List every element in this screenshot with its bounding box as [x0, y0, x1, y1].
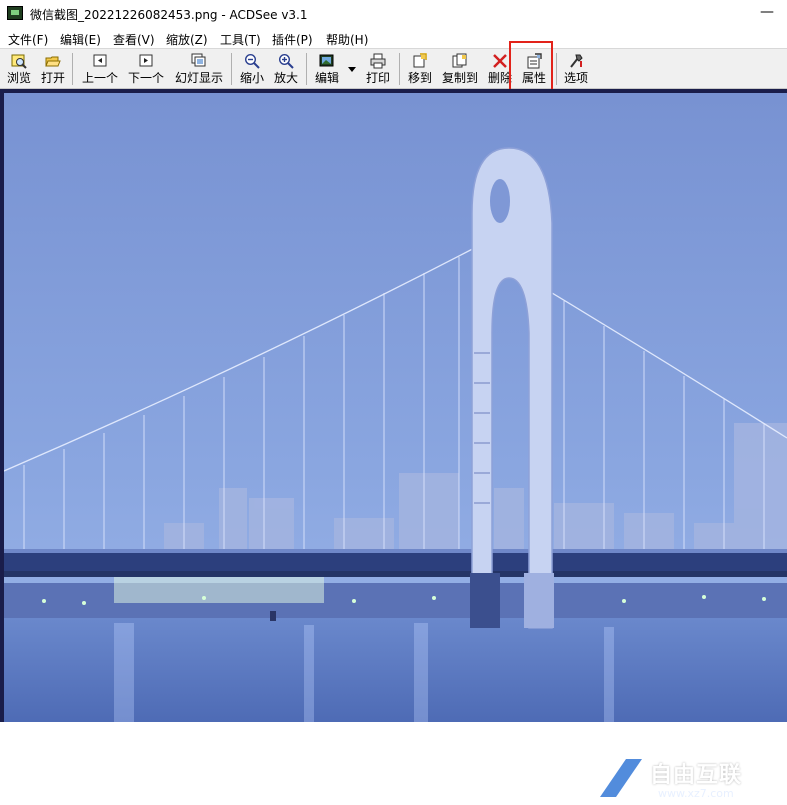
edit-button[interactable]: 编辑 [312, 51, 342, 87]
menu-view[interactable]: 查看(V) [113, 31, 155, 48]
menu-plugins[interactable]: 插件(P) [272, 31, 313, 48]
next-button[interactable]: 下一个 [125, 51, 167, 87]
title-bar: 微信截图_20221226082453.png - ACDSee v3.1 — [0, 0, 787, 28]
copy-to-label: 复制到 [441, 71, 478, 85]
previous-label: 上一个 [81, 71, 118, 85]
copy-to-icon [452, 53, 467, 68]
open-label: 打开 [40, 71, 65, 85]
zoom-out-button[interactable]: 缩小 [237, 51, 267, 87]
slideshow-label: 幻灯显示 [174, 71, 223, 85]
toolbar-separator [72, 53, 73, 85]
print-icon [370, 53, 386, 69]
minimize-button[interactable]: — [753, 2, 781, 24]
menu-zoom[interactable]: 缩放(Z) [166, 31, 208, 48]
next-label: 下一个 [127, 71, 164, 85]
browse-label: 浏览 [6, 71, 31, 85]
watermark-logo-icon [596, 759, 642, 797]
copy-to-button[interactable]: 复制到 [440, 51, 480, 87]
zoom-in-icon [278, 53, 294, 69]
open-button[interactable]: 打开 [38, 51, 68, 87]
bridge-photo [4, 93, 787, 722]
slideshow-icon [191, 53, 206, 67]
properties-label: 属性 [521, 71, 546, 85]
edit-label: 编辑 [314, 71, 339, 85]
menu-file[interactable]: 文件(F) [8, 31, 48, 48]
acdsee-app-icon[interactable] [7, 6, 23, 20]
menu-bar: 文件(F) 编辑(E) 查看(V) 缩放(Z) 工具(T) 插件(P) 帮助(H… [0, 28, 787, 48]
move-to-icon [413, 53, 427, 68]
zoom-out-label: 缩小 [239, 71, 264, 85]
browse-icon [11, 54, 27, 69]
options-button[interactable]: 选项 [561, 51, 591, 87]
toolbar: 浏览 打开 上一个 下一个 幻灯显示 缩小 放大 编辑 打印 移到 复制到 删除… [0, 48, 787, 89]
print-button[interactable]: 打印 [363, 51, 393, 87]
properties-button[interactable]: 属性 [518, 51, 550, 87]
watermark-text: 自由互联 [650, 763, 743, 788]
toolbar-separator [556, 53, 557, 85]
print-label: 打印 [365, 71, 390, 85]
open-folder-icon [45, 56, 61, 67]
delete-button[interactable]: 删除 [485, 51, 515, 87]
zoom-in-label: 放大 [273, 71, 298, 85]
watermark-url: www.xz7.com [658, 787, 734, 800]
image-viewer[interactable]: 自由互联 www.xz7.com [0, 89, 787, 800]
slideshow-button[interactable]: 幻灯显示 [172, 51, 226, 87]
properties-icon [527, 53, 542, 69]
zoom-in-button[interactable]: 放大 [271, 51, 301, 87]
options-label: 选项 [563, 71, 588, 85]
delete-label: 删除 [487, 71, 512, 85]
edit-icon [319, 54, 334, 67]
browse-button[interactable]: 浏览 [4, 51, 34, 87]
previous-button[interactable]: 上一个 [79, 51, 121, 87]
toolbar-separator [306, 53, 307, 85]
toolbar-separator [399, 53, 400, 85]
menu-edit[interactable]: 编辑(E) [60, 31, 101, 48]
move-to-button[interactable]: 移到 [405, 51, 435, 87]
zoom-out-icon [244, 53, 260, 69]
previous-icon [93, 54, 107, 67]
delete-icon [493, 54, 507, 68]
next-icon [139, 54, 153, 67]
edit-dropdown-arrow-icon[interactable] [348, 67, 356, 72]
move-to-label: 移到 [407, 71, 432, 85]
toolbar-separator [231, 53, 232, 85]
options-icon [570, 54, 583, 68]
window-title: 微信截图_20221226082453.png - ACDSee v3.1 [30, 8, 308, 22]
menu-help[interactable]: 帮助(H) [326, 31, 368, 48]
menu-tools[interactable]: 工具(T) [220, 31, 261, 48]
site-watermark: 自由互联 www.xz7.com [590, 751, 780, 805]
